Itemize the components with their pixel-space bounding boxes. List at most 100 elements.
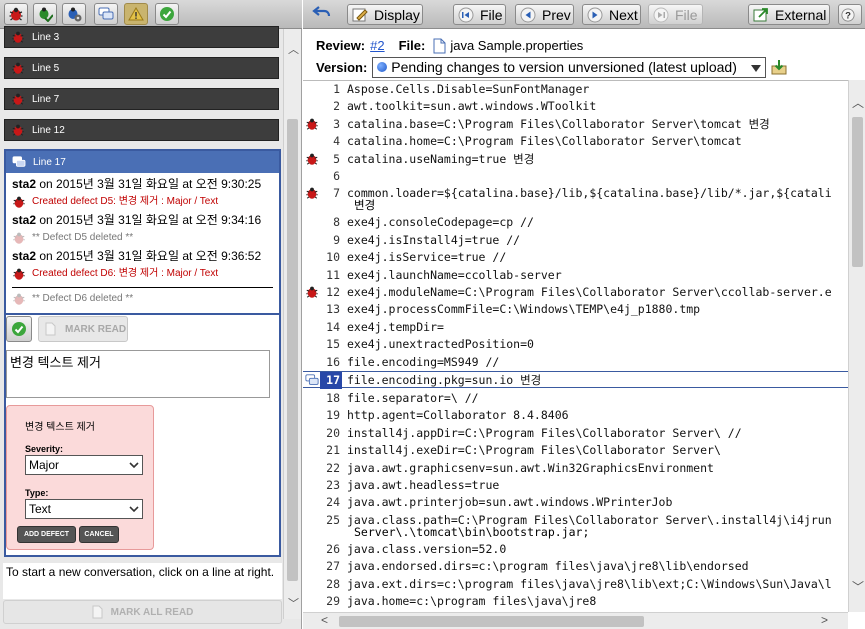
line-gutter[interactable] [303, 336, 323, 353]
code-line[interactable]: 22 java.awt.graphicsenv=sun.awt.Win32Grap… [303, 460, 848, 477]
download-icon[interactable] [771, 59, 787, 75]
accept-button[interactable] [155, 3, 179, 25]
line-marker[interactable]: Line 7 [4, 88, 279, 110]
help-button[interactable]: ? [838, 4, 862, 25]
bug-settings-button[interactable] [62, 3, 86, 25]
next-button[interactable]: Next [582, 4, 641, 25]
severity-select[interactable]: Major [25, 455, 143, 475]
scroll-thumb[interactable] [339, 616, 644, 627]
line-marker[interactable]: Line 3 [4, 26, 279, 48]
line-gutter[interactable] [303, 214, 323, 231]
code-line[interactable]: 25 java.class.path=C:\Program Files\Colla… [303, 512, 848, 540]
code-line[interactable]: 29 java.home=c:\program files\java\jre8 [303, 593, 848, 610]
scroll-up-icon[interactable]: ︿ [288, 45, 299, 56]
add-defect-button[interactable]: ADD DEFECT [17, 526, 76, 543]
scroll-right-icon[interactable]: > [821, 613, 828, 627]
line-marker[interactable]: Line 12 [4, 119, 279, 141]
code-line[interactable]: 24 java.awt.printerjob=sun.awt.windows.WP… [303, 494, 848, 511]
code-line[interactable]: 8 exe4j.consoleCodepage=cp // [303, 214, 848, 231]
type-select[interactable]: Text [25, 499, 143, 519]
thread-header[interactable]: Line 17 [6, 151, 279, 173]
code-line[interactable]: 26 java.class.version=52.0 [303, 541, 848, 558]
accept-button[interactable] [6, 316, 32, 342]
code-line[interactable]: 23 java.awt.headless=true [303, 477, 848, 494]
code-line[interactable]: 11 exe4j.launchName=ccollab-server [303, 267, 848, 284]
scroll-down-icon[interactable]: ﹀ [852, 578, 864, 595]
line-marker[interactable]: Line 5 [4, 57, 279, 79]
code-horizontal-scrollbar[interactable]: < > [303, 612, 848, 629]
line-gutter[interactable] [303, 354, 323, 371]
review-link[interactable]: #2 [370, 37, 384, 55]
code-line[interactable]: 14 exe4j.tempDir= [303, 319, 848, 336]
code-line[interactable]: 28 java.ext.dirs=c:\program files\java\jr… [303, 576, 848, 593]
line-number: 25 [326, 512, 340, 527]
line-gutter[interactable] [303, 593, 323, 610]
line-gutter[interactable] [303, 390, 323, 407]
line-gutter[interactable] [303, 494, 323, 511]
line-gutter[interactable] [303, 460, 323, 477]
code-line[interactable]: 15 exe4j.unextractedPosition=0 [303, 336, 848, 353]
comment-input[interactable]: 변경 텍스트 제거 [6, 350, 270, 398]
line-gutter[interactable] [303, 267, 323, 284]
code-line[interactable]: 1 Aspose.Cells.Disable=SunFontManager [303, 81, 848, 98]
file-forward-button[interactable]: File [648, 4, 703, 25]
mark-read-button[interactable]: MARK READ [38, 316, 128, 342]
line-gutter[interactable] [303, 133, 323, 150]
line-gutter[interactable] [303, 512, 323, 529]
back-button[interactable] [312, 4, 334, 24]
external-button[interactable]: External [748, 4, 830, 25]
line-gutter[interactable] [303, 249, 323, 266]
line-gutter[interactable] [303, 407, 323, 424]
code-line[interactable]: 19 http.agent=Collaborator 8.4.8406 [303, 407, 848, 424]
code-line[interactable]: 9 exe4j.isInstall4j=true // [303, 232, 848, 249]
line-gutter[interactable] [303, 116, 323, 133]
scroll-thumb[interactable] [852, 117, 863, 267]
code-line[interactable]: 27 java.endorsed.dirs=c:\program files\ja… [303, 558, 848, 575]
line-gutter[interactable] [303, 576, 323, 593]
code-line[interactable]: 6 [303, 168, 848, 185]
code-line[interactable]: 18 file.separator=\ // [303, 390, 848, 407]
cancel-button[interactable]: CANCEL [79, 526, 119, 543]
scroll-thumb[interactable] [287, 119, 298, 581]
code-line[interactable]: 2 awt.toolkit=sun.awt.windows.WToolkit [303, 98, 848, 115]
display-button[interactable]: Display [347, 4, 423, 25]
code-line[interactable]: 4 catalina.home=C:\Program Files\Collabor… [303, 133, 848, 150]
file-back-button[interactable]: File [453, 4, 506, 25]
line-gutter[interactable] [303, 558, 323, 575]
prev-button[interactable]: Prev [515, 4, 574, 25]
line-gutter[interactable] [303, 284, 323, 301]
line-gutter[interactable] [303, 541, 323, 558]
code-line[interactable]: 12 exe4j.moduleName=C:\Program Files\Coll… [303, 284, 848, 301]
scroll-up-icon[interactable]: ︿ [852, 94, 864, 111]
scroll-left-icon[interactable]: < [321, 613, 328, 627]
code-line[interactable]: 13 exe4j.processCommFile=C:\Windows\TEMP\… [303, 301, 848, 318]
line-gutter[interactable] [303, 168, 323, 185]
code-line[interactable]: 5 catalina.useNaming=true 변경 [303, 151, 848, 168]
code-line[interactable]: 20 install4j.appDir=C:\Program Files\Coll… [303, 425, 848, 442]
line-gutter[interactable] [303, 301, 323, 318]
scroll-down-icon[interactable]: ﹀ [288, 599, 299, 610]
line-gutter[interactable] [303, 185, 323, 202]
code-line[interactable]: 17 file.encoding.pkg=sun.io 변경 [303, 371, 848, 389]
code-vertical-scrollbar[interactable]: ︿ ﹀ [848, 80, 865, 612]
code-line[interactable]: 3 catalina.base=C:\Program Files\Collabor… [303, 116, 848, 133]
line-gutter[interactable] [303, 477, 323, 494]
bug-filter-button[interactable] [4, 3, 28, 25]
mark-all-read-button[interactable]: MARK ALL READ [3, 600, 282, 624]
left-scrollbar[interactable]: ︿ ﹀ [283, 29, 301, 619]
line-gutter[interactable] [303, 151, 323, 168]
code-line[interactable]: 16 file.encoding=MS949 // [303, 354, 848, 371]
warning-button[interactable] [124, 3, 148, 25]
line-gutter[interactable] [303, 442, 323, 459]
chat-button[interactable] [94, 3, 118, 25]
line-gutter[interactable] [303, 232, 323, 249]
code-line[interactable]: 10 exe4j.isService=true // [303, 249, 848, 266]
code-line[interactable]: 21 install4j.exeDir=C:\Program Files\Coll… [303, 442, 848, 459]
code-line[interactable]: 7 common.loader=${catalina.base}/lib,${ca… [303, 185, 848, 213]
line-gutter[interactable] [303, 319, 323, 336]
line-gutter[interactable] [303, 425, 323, 442]
version-select[interactable]: Pending changes to version unversioned (… [372, 56, 767, 78]
line-gutter[interactable] [303, 81, 323, 98]
line-gutter[interactable] [303, 98, 323, 115]
bug-resolved-button[interactable] [33, 3, 57, 25]
